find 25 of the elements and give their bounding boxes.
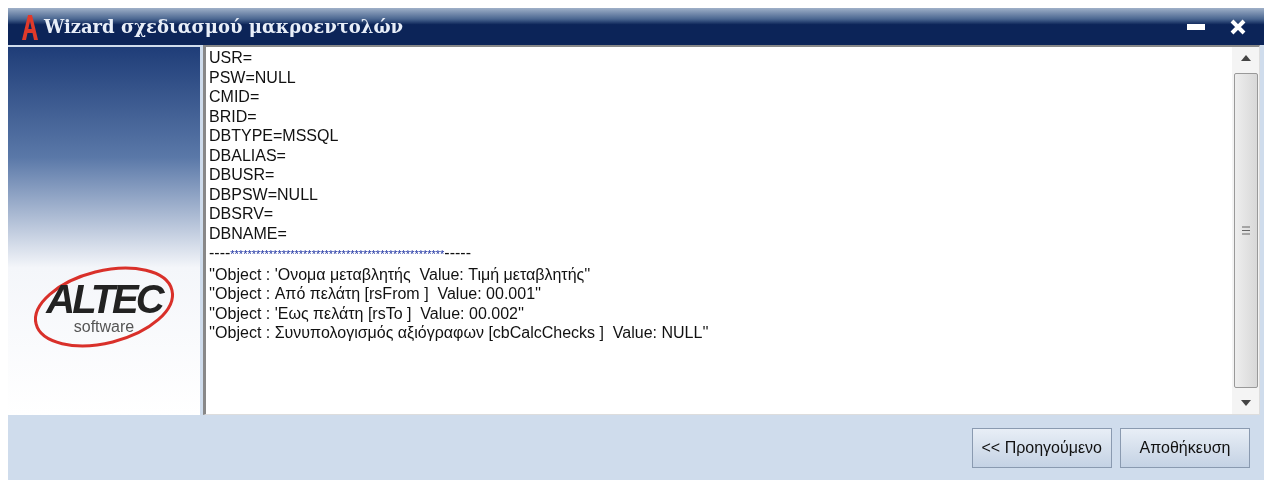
text-line: USR= — [209, 48, 254, 68]
text-line: DBTYPE=MSSQL — [209, 126, 340, 146]
scrollbar[interactable] — [1232, 47, 1259, 414]
text-line: DBSRV= — [209, 204, 275, 224]
separator-line: ----**************************************************----- — [209, 243, 472, 263]
dialog-button[interactable]: << Προηγούμενο — [971, 427, 1112, 468]
scrollbar-thumb[interactable] — [1233, 73, 1258, 388]
minimize-icon — [1186, 22, 1206, 31]
text-line: ''Object : 'Ονομα μεταβλητής Value: Τιμή μεταβλητής'' — [209, 264, 592, 284]
dialog-button[interactable]: Αποθήκευση — [1120, 427, 1250, 468]
text-line: DBALIAS= — [209, 145, 287, 165]
close-icon — [1230, 18, 1246, 35]
window-title: Wizard σχεδιασμού μακροεντολών — [44, 16, 404, 37]
text-line: DBNAME= — [209, 223, 288, 243]
scroll-up-icon[interactable] — [1240, 55, 1251, 61]
text-line: ''Object : Από πελάτη [rsFrom ] Value: 00.001'' — [209, 284, 543, 304]
text-line: ''Object : Συνυπολογισμός αξιόγραφων [cbCalcChecks ] Value: NULL'' — [209, 323, 710, 343]
text-line: BRID= — [209, 106, 258, 126]
text-line: DBUSR= — [209, 165, 276, 185]
text-line: ''Object : 'Εως πελάτη [rsTo ] Value: 00.002'' — [209, 303, 526, 323]
scroll-down-icon[interactable] — [1240, 400, 1251, 406]
text-line: DBPSW=NULL — [209, 184, 319, 204]
text-line: CMID= — [209, 87, 261, 107]
text-line: PSW=NULL — [209, 67, 297, 87]
letter-a-icon — [20, 13, 40, 40]
